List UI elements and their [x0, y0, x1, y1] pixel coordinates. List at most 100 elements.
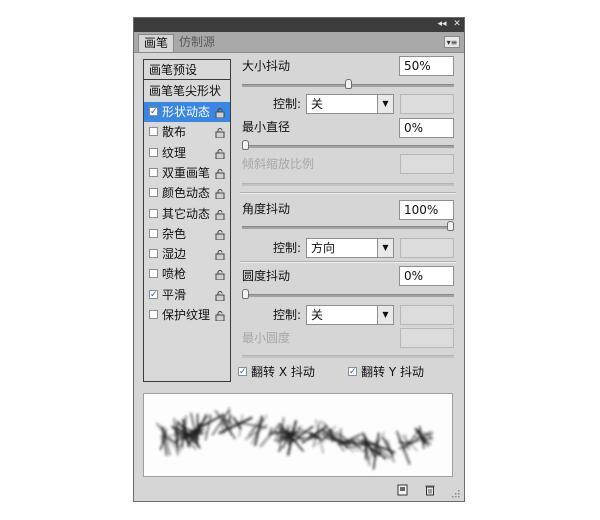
dropdown-arrow-icon[interactable]: ▼ — [377, 306, 393, 324]
dropdown-arrow-icon[interactable]: ▼ — [377, 239, 393, 257]
panel-titlebar: ◂◂ ✕ — [134, 18, 464, 32]
brush-option-row[interactable]: 纹理 — [144, 143, 230, 163]
tilt-scale-input — [400, 154, 454, 174]
brush-bristle-mark — [193, 414, 208, 442]
angle-control-label: 控制: — [273, 241, 302, 255]
min-diameter-slider[interactable] — [242, 145, 454, 148]
flip-y-label: 翻转 Y 抖动 — [361, 365, 424, 379]
brush-stroke-preview — [143, 393, 453, 477]
angle-control-value: 方向 — [311, 241, 336, 255]
flip-x-label: 翻转 X 抖动 — [251, 365, 315, 379]
angle-jitter-slider[interactable] — [242, 226, 454, 229]
min-diameter-input[interactable]: 0% — [399, 118, 454, 138]
angle-jitter-input[interactable]: 100% — [399, 200, 454, 220]
min-roundness-input — [400, 328, 454, 348]
brush-option-checkbox[interactable] — [149, 188, 158, 198]
brush-panel: ◂◂ ✕ 画笔 仿制源 ▾≡ 画笔预设 画笔笔尖形状 ✓ 形状动态散布纹理双重画笔… — [133, 17, 465, 502]
size-control-value: 关 — [311, 97, 324, 111]
dropdown-arrow-icon[interactable]: ▼ — [377, 95, 393, 113]
lock-icon[interactable] — [215, 249, 225, 261]
angle-jitter-slider-thumb[interactable] — [447, 221, 454, 231]
section-divider — [240, 192, 456, 194]
brush-options-list: 画笔预设 画笔笔尖形状 ✓ 形状动态散布纹理双重画笔颜色动态其它动态杂色湿边喷枪 ✓… — [143, 59, 231, 382]
brush-option-row[interactable]: 颜色动态 — [144, 183, 230, 203]
size-control-aux-field — [400, 94, 454, 114]
lock-icon[interactable] — [215, 188, 225, 200]
brush-bristle-mark — [296, 437, 307, 440]
brush-option-label: 形状动态 — [162, 105, 211, 119]
roundness-jitter-input[interactable]: 0% — [399, 266, 454, 286]
roundness-jitter-label: 圆度抖动 — [242, 269, 291, 283]
brush-option-label: 双重画笔 — [162, 165, 211, 180]
brush-option-checkbox[interactable] — [149, 249, 158, 259]
size-control-label: 控制: — [273, 97, 302, 111]
lock-icon[interactable] — [215, 269, 225, 281]
lock-icon[interactable] — [215, 107, 225, 119]
tab-brush[interactable]: 画笔 — [138, 34, 175, 52]
brush-option-label: 颜色动态 — [162, 186, 211, 201]
size-control-select[interactable]: 关 ▼ — [306, 94, 394, 114]
brush-option-label: 杂色 — [162, 226, 187, 241]
double-chevron-left-icon[interactable]: ◂◂ — [436, 19, 448, 30]
brush-option-row[interactable]: 喷枪 — [144, 264, 230, 284]
brush-option-checkbox[interactable] — [149, 208, 158, 218]
brush-option-checkbox[interactable] — [149, 228, 158, 238]
brush-stroke-preview-image — [155, 407, 434, 470]
min-diameter-slider-thumb[interactable] — [242, 140, 249, 150]
size-jitter-slider-thumb[interactable] — [344, 79, 352, 89]
brush-option-row[interactable]: ✓ 形状动态 — [144, 102, 230, 122]
brush-tip-shape-item[interactable]: 画笔笔尖形状 — [144, 82, 230, 100]
lock-icon[interactable] — [215, 127, 225, 139]
tab-clone-source[interactable]: 仿制源 — [174, 34, 220, 51]
brush-option-row[interactable]: 其它动态 — [144, 204, 230, 224]
brush-option-checkbox[interactable]: ✓ — [149, 107, 158, 117]
brush-option-label: 平滑 — [162, 287, 187, 302]
brush-option-checkbox[interactable] — [149, 167, 158, 177]
roundness-control-aux-field — [400, 305, 454, 325]
size-jitter-input[interactable]: 50% — [399, 56, 454, 76]
new-brush-icon[interactable] — [397, 484, 409, 496]
roundness-control-label: 控制: — [273, 308, 302, 322]
tab-strip: 画笔 仿制源 ▾≡ — [134, 32, 464, 53]
size-jitter-label: 大小抖动 — [242, 59, 291, 73]
brush-option-label: 喷枪 — [162, 267, 187, 282]
trash-icon[interactable] — [424, 484, 436, 496]
brush-option-row[interactable]: 杂色 — [144, 224, 230, 244]
brush-option-label: 纹理 — [162, 145, 187, 160]
brush-option-label: 保护纹理 — [162, 308, 211, 322]
roundness-control-select[interactable]: 关 ▼ — [306, 305, 394, 325]
lock-icon[interactable] — [215, 229, 225, 241]
min-roundness-slider — [242, 355, 454, 358]
lock-icon[interactable] — [215, 168, 225, 180]
lock-icon[interactable] — [215, 148, 225, 160]
brush-option-checkbox[interactable] — [149, 147, 158, 157]
roundness-jitter-slider[interactable] — [242, 294, 454, 297]
tilt-scale-slider — [242, 183, 454, 186]
section-divider — [240, 261, 456, 263]
roundness-control-value: 关 — [311, 308, 324, 322]
brush-presets-button[interactable]: 画笔预设 — [144, 60, 230, 80]
panel-menu-icon[interactable]: ▾≡ — [444, 36, 460, 48]
roundness-jitter-slider-thumb[interactable] — [242, 289, 249, 299]
brush-option-row[interactable]: 保护纹理 — [144, 305, 230, 325]
min-roundness-label: 最小圆度 — [242, 331, 291, 345]
flip-y-checkbox[interactable]: ✓ — [348, 367, 357, 377]
brush-option-checkbox[interactable] — [149, 310, 158, 319]
brush-option-checkbox[interactable] — [149, 269, 158, 279]
brush-option-checkbox[interactable] — [149, 127, 158, 137]
angle-control-select[interactable]: 方向 ▼ — [306, 238, 394, 258]
brush-option-row[interactable]: 散布 — [144, 122, 230, 142]
lock-icon[interactable] — [215, 209, 225, 220]
brush-option-checkbox[interactable]: ✓ — [149, 289, 158, 299]
angle-jitter-label: 角度抖动 — [242, 202, 291, 216]
lock-icon[interactable] — [215, 290, 225, 302]
brush-option-row[interactable]: 湿边 — [144, 244, 230, 264]
lock-icon[interactable] — [215, 310, 225, 322]
resize-grip-icon[interactable] — [450, 488, 460, 498]
brush-option-row[interactable]: ✓ 平滑 — [144, 285, 230, 305]
brush-option-row[interactable]: 双重画笔 — [144, 163, 230, 183]
flip-x-checkbox[interactable]: ✓ — [238, 367, 247, 377]
close-icon[interactable]: ✕ — [451, 19, 463, 30]
brush-option-label: 其它动态 — [162, 206, 211, 221]
min-diameter-label: 最小直径 — [242, 120, 291, 134]
